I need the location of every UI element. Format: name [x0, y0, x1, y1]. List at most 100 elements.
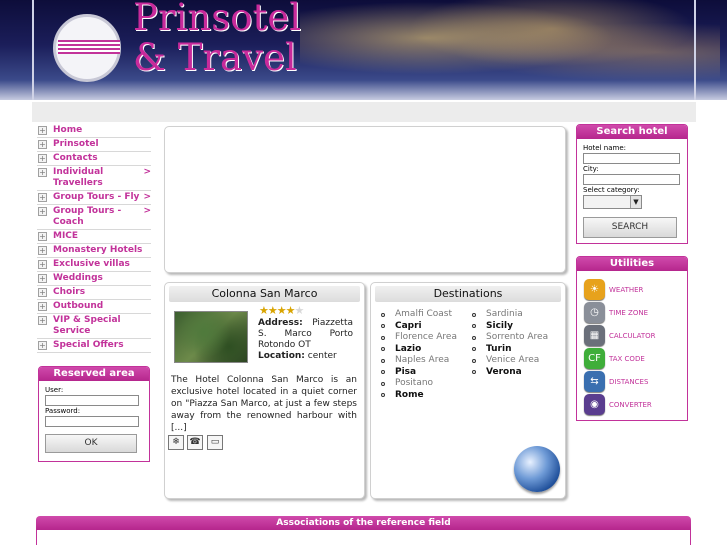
city-input[interactable]	[583, 174, 680, 185]
ok-button[interactable]: OK	[45, 434, 137, 453]
nav-item[interactable]: + Choirs	[37, 286, 151, 300]
nav-item-label: Choirs	[53, 287, 86, 297]
destination-item[interactable]: Sorrento Area	[472, 332, 548, 344]
hotel-description: The Hotel Colonna San Marco is an exclus…	[171, 375, 357, 433]
destination-item[interactable]: Sicily	[472, 321, 548, 333]
destination-name: Amalfi Coast	[395, 309, 452, 319]
bullet-icon	[472, 358, 476, 363]
brand-title[interactable]: Prinsotel & Travel	[133, 0, 301, 78]
nav-item-label: Weddings	[53, 273, 103, 283]
utilities-box: Utilities ☀ WEATHER ◷ TIME ZONE ▦ CALCULATOR C…	[576, 256, 688, 421]
bullet-icon	[381, 347, 385, 352]
plus-icon: +	[38, 207, 47, 216]
destination-name: Pisa	[395, 366, 417, 377]
utility-weather[interactable]: ☀ WEATHER	[584, 278, 687, 301]
destinations-panel: Destinations Amalfi Coast Capri Florence A…	[370, 282, 566, 499]
hotel-title[interactable]: Colonna San Marco	[169, 286, 360, 302]
destination-name: Lazio	[395, 343, 422, 354]
nav-item[interactable]: + Monastery Hotels	[37, 244, 151, 258]
utility-label: CALCULATOR	[609, 331, 656, 340]
utilities-list: ☀ WEATHER ◷ TIME ZONE ▦ CALCULATOR CF TAX CODE ⇆…	[577, 271, 687, 416]
plus-icon: +	[38, 126, 47, 135]
nav-item[interactable]: + Special Offers	[37, 339, 151, 353]
destination-item[interactable]: Verona	[472, 367, 548, 379]
destination-item[interactable]: Sardinia	[472, 309, 548, 321]
bullet-icon	[472, 335, 476, 340]
hotel-info: Address: Piazzetta S. Marco Porto Rotond…	[258, 318, 353, 362]
hotel-name-input[interactable]	[583, 153, 680, 164]
nav-item[interactable]: + MICE	[37, 230, 151, 244]
utility-label: DISTANCES	[609, 377, 649, 386]
destination-name: Florence Area	[395, 332, 457, 342]
utility-calculator[interactable]: ▦ CALCULATOR	[584, 324, 687, 347]
destination-item[interactable]: Venice Area	[472, 355, 548, 367]
utility-converter[interactable]: ◉ CONVERTER	[584, 393, 687, 416]
logo-stripes	[58, 40, 120, 54]
destination-item[interactable]: Amalfi Coast	[381, 309, 457, 321]
plus-icon: +	[38, 154, 47, 163]
bullet-icon	[472, 347, 476, 352]
tv-icon: ▭	[207, 435, 223, 450]
destination-item[interactable]: Capri	[381, 321, 457, 333]
plus-icon: +	[38, 288, 47, 297]
nav-item-label: Home	[53, 125, 83, 135]
utility-time-zone[interactable]: ◷ TIME ZONE	[584, 301, 687, 324]
hotel-photo[interactable]	[174, 311, 248, 363]
destination-item[interactable]: Naples Area	[381, 355, 457, 367]
plus-icon: +	[38, 316, 47, 325]
search-button[interactable]: SEARCH	[583, 217, 677, 238]
star-icon: ★	[294, 304, 305, 317]
location-label: Location:	[258, 351, 305, 361]
nav-item-label: VIP & Special Service	[53, 315, 121, 336]
destination-name: Venice Area	[486, 355, 540, 365]
destination-item[interactable]: Florence Area	[381, 332, 457, 344]
search-hotel-title: Search hotel	[577, 125, 687, 139]
user-input[interactable]	[45, 395, 139, 406]
destination-item[interactable]: Pisa	[381, 367, 457, 379]
bullet-icon	[472, 312, 476, 317]
submenu-arrow-icon: >	[143, 192, 151, 202]
category-select[interactable]: ▼	[583, 195, 642, 209]
nav-item-label: Outbound	[53, 301, 104, 311]
nav-item[interactable]: + Outbound	[37, 300, 151, 314]
plus-icon: +	[38, 246, 47, 255]
header-frame	[32, 0, 696, 100]
nav-item-label: Monastery Hotels	[53, 245, 143, 255]
utility-label: TAX CODE	[609, 354, 645, 363]
utility-label: CONVERTER	[609, 400, 652, 409]
nav-item[interactable]: + Group Tours - Fly >	[37, 191, 151, 205]
weather-icon: ☀	[584, 279, 605, 300]
plus-icon: +	[38, 232, 47, 241]
destinations-title: Destinations	[375, 286, 561, 302]
destination-name: Sicily	[486, 320, 513, 331]
destination-item[interactable]: Positano	[381, 378, 457, 390]
reserved-area-box: Reserved area User: Password: OK	[38, 366, 150, 462]
location-value: center	[307, 351, 337, 361]
password-input[interactable]	[45, 416, 139, 427]
destination-item[interactable]: Rome	[381, 390, 457, 402]
utility-tax-code[interactable]: CF TAX CODE	[584, 347, 687, 370]
nav-item-label: Exclusive villas	[53, 259, 130, 269]
globe-icon[interactable]	[514, 446, 560, 492]
destination-item[interactable]: Turin	[472, 344, 548, 356]
nav-item[interactable]: + Prinsotel	[37, 138, 151, 152]
nav-item[interactable]: + Home	[37, 124, 151, 138]
nav-item[interactable]: + Weddings	[37, 272, 151, 286]
plus-icon: +	[38, 193, 47, 202]
nav-item[interactable]: + Contacts	[37, 152, 151, 166]
destination-item[interactable]: Lazio	[381, 344, 457, 356]
nav-item[interactable]: + Group Tours - Coach >	[37, 205, 151, 230]
search-hotel-box: Search hotel Hotel name: City: Select ca…	[576, 124, 688, 244]
nav-item[interactable]: + VIP & Special Service	[37, 314, 151, 339]
submenu-arrow-icon: >	[143, 206, 151, 216]
hotel-name-label: Hotel name:	[583, 144, 626, 152]
nav-item[interactable]: + Individual Travellers >	[37, 166, 151, 191]
bullet-icon	[381, 381, 385, 386]
bullet-icon	[381, 335, 385, 340]
destination-name: Rome	[395, 389, 424, 400]
tax-code-icon: CF	[584, 348, 605, 369]
nav-item[interactable]: + Exclusive villas	[37, 258, 151, 272]
utility-distances[interactable]: ⇆ DISTANCES	[584, 370, 687, 393]
air-conditioning-icon: ❄	[168, 435, 184, 450]
brand-line-1: Prinsotel	[133, 0, 302, 39]
